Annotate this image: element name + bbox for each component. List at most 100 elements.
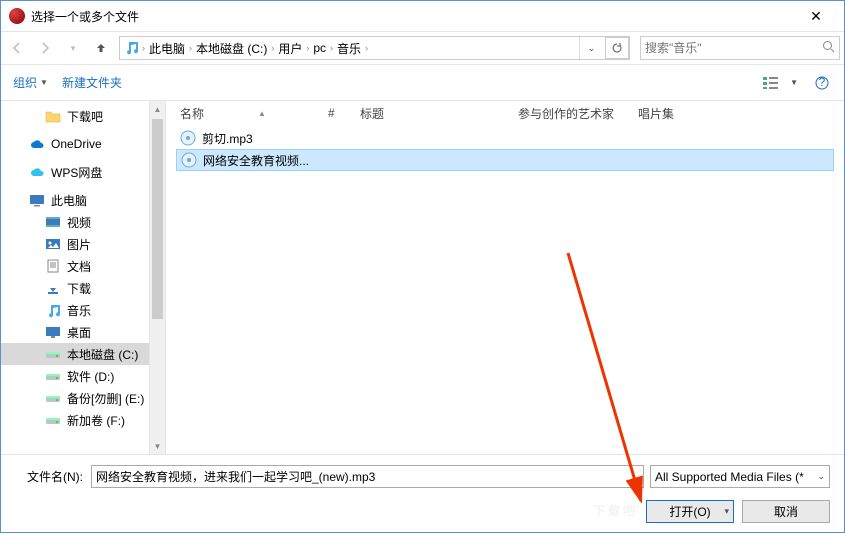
file-row[interactable]: 剪切.mp3	[176, 127, 834, 149]
tree-item[interactable]: 视频	[1, 211, 165, 233]
refresh-icon	[611, 42, 623, 54]
arrow-left-icon	[10, 41, 24, 55]
tree-item-label: 备份[勿删] (E:)	[67, 390, 144, 407]
tree-item-label: 音乐	[67, 302, 91, 319]
music-icon	[45, 303, 61, 317]
close-button[interactable]: ✕	[796, 2, 836, 30]
navbar: ▾ › 此电脑›本地磁盘 (C:)›用户›pc›音乐› ⌄	[1, 31, 844, 65]
folder-icon	[45, 109, 61, 123]
window-title: 选择一个或多个文件	[31, 8, 796, 25]
col-album[interactable]: 唱片集	[638, 105, 674, 122]
desktop-icon	[45, 325, 61, 339]
back-button[interactable]	[5, 36, 29, 60]
recent-dropdown[interactable]: ▾	[61, 36, 85, 60]
arrow-up-icon	[94, 41, 108, 55]
organize-menu[interactable]: 组织▼	[13, 74, 48, 91]
breadcrumb[interactable]: › 此电脑›本地磁盘 (C:)›用户›pc›音乐› ⌄	[119, 36, 630, 60]
arrow-right-icon	[38, 41, 52, 55]
tree-item[interactable]: WPS网盘	[1, 161, 165, 183]
download-icon	[45, 281, 61, 295]
folder-tree: 下载吧 OneDrive WPS网盘此电脑视频图片文档下载音乐桌面本地磁盘 (C:)…	[1, 101, 165, 435]
doc-icon	[45, 259, 61, 273]
watermark: 下载吧	[398, 498, 638, 524]
col-artist[interactable]: 参与创作的艺术家	[518, 105, 638, 122]
tree-item[interactable]: OneDrive	[1, 133, 165, 155]
tree-item[interactable]: 备份[勿删] (E:)	[1, 387, 165, 409]
breadcrumb-segment[interactable]: 用户	[274, 37, 306, 59]
cancel-button[interactable]: 取消	[742, 500, 830, 523]
file-name: 网络安全教育视频...	[203, 152, 309, 169]
drive-icon	[45, 347, 61, 361]
tree-item-label: WPS网盘	[51, 164, 102, 181]
scroll-down-icon[interactable]: ▼	[150, 438, 165, 454]
breadcrumb-segment[interactable]: pc	[309, 37, 330, 59]
tree-item[interactable]: 新加卷 (F:)	[1, 409, 165, 431]
col-num[interactable]: #	[328, 106, 360, 120]
image-icon	[45, 237, 61, 251]
search-box[interactable]	[640, 36, 840, 60]
drive-icon	[45, 391, 61, 405]
tree-item-label: 新加卷 (F:)	[67, 412, 125, 429]
tree-item[interactable]: 桌面	[1, 321, 165, 343]
scroll-up-icon[interactable]: ▲	[150, 101, 165, 117]
breadcrumb-dropdown[interactable]: ⌄	[579, 37, 603, 59]
tree-item[interactable]: 下载	[1, 277, 165, 299]
tree-item-label: 文档	[67, 258, 91, 275]
filename-input[interactable]	[96, 470, 639, 484]
file-row[interactable]: 网络安全教育视频...	[176, 149, 834, 171]
filename-field[interactable]	[91, 465, 644, 488]
search-input[interactable]	[645, 41, 822, 55]
sidebar: 下载吧 OneDrive WPS网盘此电脑视频图片文档下载音乐桌面本地磁盘 (C:)…	[1, 101, 166, 454]
col-name[interactable]: 名称▲	[180, 105, 328, 122]
up-button[interactable]	[89, 36, 113, 60]
file-name: 剪切.mp3	[202, 130, 253, 147]
column-headers[interactable]: 名称▲ # 标题 参与创作的艺术家 唱片集	[166, 101, 844, 125]
col-title[interactable]: 标题	[360, 105, 518, 122]
sidebar-scrollbar[interactable]: ▲ ▼	[149, 101, 165, 454]
chevron-down-icon: ▾	[724, 506, 729, 517]
filter-label: All Supported Media Files (*	[655, 470, 817, 484]
video-icon	[45, 215, 61, 229]
breadcrumb-segment[interactable]: 此电脑	[145, 37, 189, 59]
pc-icon	[29, 193, 45, 207]
breadcrumb-segment[interactable]: 音乐	[333, 37, 365, 59]
open-button[interactable]: 打开(O)▾	[646, 500, 734, 523]
file-list: 名称▲ # 标题 参与创作的艺术家 唱片集 剪切.mp3 网络安全教育视频...	[166, 101, 844, 454]
cloud-lt-icon	[29, 165, 45, 179]
tree-item[interactable]: 图片	[1, 233, 165, 255]
filename-label: 文件名(N):	[15, 468, 85, 485]
view-icon	[762, 75, 788, 91]
new-folder-button[interactable]: 新建文件夹	[62, 74, 122, 91]
tree-item-label: 下载吧	[67, 108, 103, 125]
view-options[interactable]: ▼	[762, 75, 798, 91]
toolbar: 组织▼ 新建文件夹 ▼ ?	[1, 65, 844, 101]
drive-icon	[45, 369, 61, 383]
tree-item-label: 本地磁盘 (C:)	[67, 346, 138, 363]
svg-text:?: ?	[819, 76, 826, 89]
media-file-icon	[180, 130, 196, 146]
breadcrumb-segment[interactable]: 本地磁盘 (C:)	[192, 37, 271, 59]
titlebar: 选择一个或多个文件 ✕	[1, 1, 844, 31]
sort-asc-icon: ▲	[258, 109, 266, 118]
filetype-filter[interactable]: All Supported Media Files (* ⌄	[650, 465, 830, 488]
tree-item[interactable]: 软件 (D:)	[1, 365, 165, 387]
tree-item[interactable]: 本地磁盘 (C:)	[1, 343, 165, 365]
cloud-blue-icon	[29, 137, 45, 151]
help-button[interactable]: ?	[812, 73, 832, 93]
bottom-panel: 文件名(N): All Supported Media Files (* ⌄ 下…	[1, 454, 844, 534]
media-file-icon	[181, 152, 197, 168]
tree-item-label: OneDrive	[51, 137, 102, 151]
tree-item-label: 此电脑	[51, 192, 87, 209]
forward-button[interactable]	[33, 36, 57, 60]
search-icon	[822, 40, 835, 56]
tree-item[interactable]: 此电脑	[1, 189, 165, 211]
tree-item[interactable]: 音乐	[1, 299, 165, 321]
scrollbar-thumb[interactable]	[152, 119, 163, 319]
music-icon	[123, 40, 139, 56]
app-icon	[9, 8, 25, 24]
tree-item[interactable]: 文档	[1, 255, 165, 277]
tree-item-label: 软件 (D:)	[67, 368, 114, 385]
refresh-button[interactable]	[605, 37, 629, 59]
tree-item[interactable]: 下载吧	[1, 105, 165, 127]
tree-item-label: 视频	[67, 214, 91, 231]
